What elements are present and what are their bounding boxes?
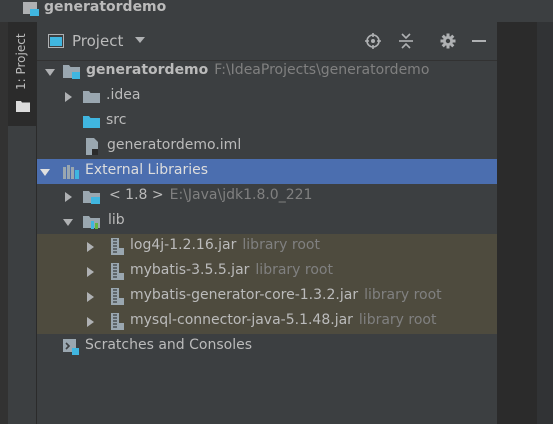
hide-icon[interactable]	[471, 33, 487, 49]
project-icon	[23, 2, 39, 16]
tree-node-jdk[interactable]: < 1.8 > E:\Java\jdk1.8.0_221	[37, 184, 497, 209]
jar-icon	[111, 313, 124, 330]
chevron-right-icon[interactable]	[63, 192, 73, 202]
tree-node-label: mysql-connector-java-5.1.48.jar library r…	[130, 312, 437, 328]
tree-node-iml-file[interactable]: generatordemo.iml	[37, 134, 497, 159]
library-icon	[83, 216, 100, 229]
tree-node-external-libraries[interactable]: External Libraries	[37, 159, 497, 184]
tree-node-jar[interactable]: mysql-connector-java-5.1.48.jar library r…	[37, 309, 497, 334]
project-panel: Project generatordemo F:\IdeaProjects\ge…	[37, 22, 497, 424]
locate-icon[interactable]	[365, 33, 381, 49]
tree-node-label: Scratches and Consoles	[85, 337, 252, 353]
tree-node-label: generatordemo F:\IdeaProjects\generatorde…	[86, 62, 430, 78]
jar-icon	[111, 288, 124, 305]
tree-node-jar[interactable]: mybatis-3.5.5.jar library root	[37, 259, 497, 284]
chevron-right-icon[interactable]	[85, 267, 95, 277]
chevron-right-icon[interactable]	[63, 92, 73, 102]
tree-node-lib[interactable]: lib	[37, 209, 497, 234]
tree-node-label: External Libraries	[85, 162, 208, 178]
folder-icon	[83, 91, 100, 103]
tree-node-project-root[interactable]: generatordemo F:\IdeaProjects\generatorde…	[37, 59, 497, 84]
tree-node-scratches[interactable]: Scratches and Consoles	[37, 334, 497, 359]
tree-node-label: mybatis-generator-core-1.3.2.jar library …	[130, 287, 442, 303]
tree-node-idea-folder[interactable]: .idea	[37, 84, 497, 109]
view-selector[interactable]: Project	[72, 32, 123, 50]
chevron-down-icon[interactable]	[45, 67, 55, 77]
source-folder-icon	[83, 116, 100, 128]
jdk-icon	[83, 191, 100, 204]
tree-node-src-folder[interactable]: src	[37, 109, 497, 134]
left-stripe	[0, 22, 8, 424]
window-title: generatordemo	[44, 0, 167, 15]
tree-node-label: log4j-1.2.16.jar library root	[130, 237, 320, 253]
tree-node-label: lib	[108, 212, 125, 228]
tree-node-jar[interactable]: log4j-1.2.16.jar library root	[37, 234, 497, 259]
chevron-right-icon[interactable]	[85, 242, 95, 252]
jar-icon	[111, 238, 124, 255]
chevron-right-icon[interactable]	[85, 317, 95, 327]
tool-window-tab-label: 1: Project	[14, 33, 28, 91]
folder-icon	[16, 101, 30, 112]
chevron-right-icon[interactable]	[85, 292, 95, 302]
chevron-down-icon[interactable]	[63, 217, 73, 227]
tree-node-label: generatordemo.iml	[107, 137, 242, 153]
tree-node-label: < 1.8 > E:\Java\jdk1.8.0_221	[109, 187, 313, 203]
right-tool-stripe	[537, 22, 553, 424]
tree-node-label: .idea	[106, 87, 141, 103]
chevron-down-icon[interactable]	[135, 37, 145, 43]
tree-node-label: src	[106, 112, 127, 128]
view-icon	[48, 34, 64, 48]
chevron-down-icon[interactable]	[40, 167, 50, 177]
collapse-all-icon[interactable]	[398, 33, 414, 49]
tool-window-tab-project[interactable]: 1: Project	[8, 22, 37, 126]
scratches-icon	[63, 339, 79, 355]
jar-icon	[111, 263, 124, 280]
iml-file-icon	[86, 138, 98, 155]
module-folder-icon	[63, 65, 80, 79]
tree-node-jar[interactable]: mybatis-generator-core-1.3.2.jar library …	[37, 284, 497, 309]
panel-header: Project	[37, 22, 497, 61]
libraries-icon	[63, 165, 79, 179]
gear-icon[interactable]	[440, 33, 456, 49]
tree-node-label: mybatis-3.5.5.jar library root	[130, 262, 333, 278]
title-bar: generatordemo	[0, 0, 553, 22]
